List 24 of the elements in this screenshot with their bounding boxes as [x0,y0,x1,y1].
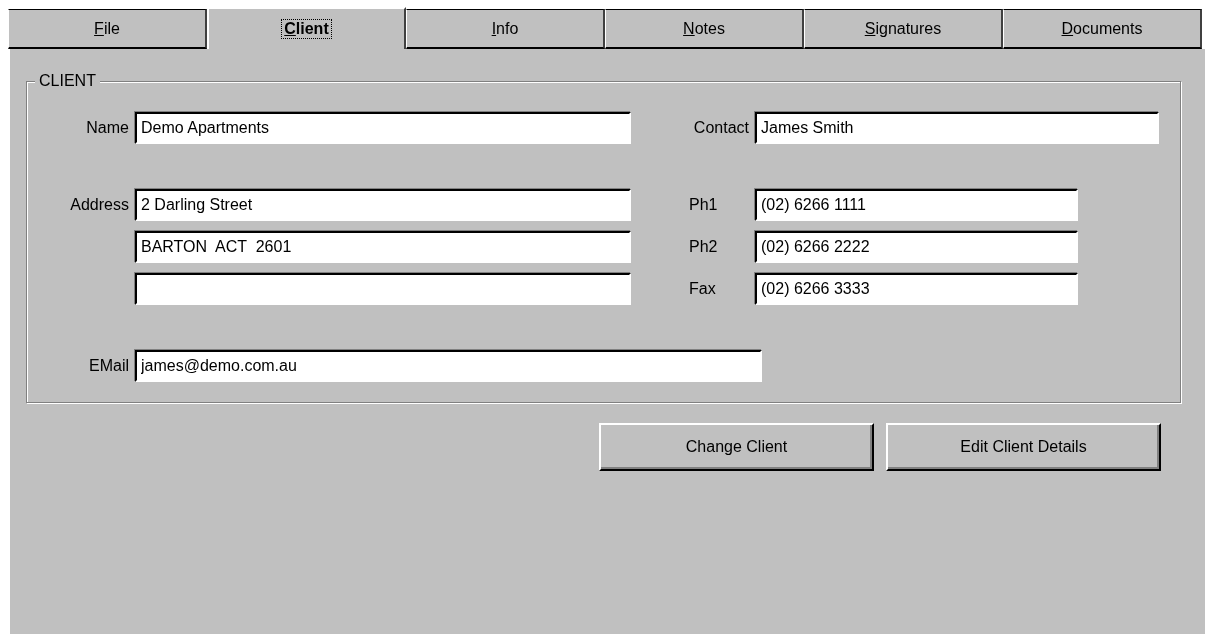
tab[interactable]: File [8,9,207,49]
input-field[interactable]: Demo Apartments [135,112,631,144]
tab[interactable]: Client [207,7,406,49]
field-label: Address [69,196,130,214]
field-label: Contact [692,119,750,137]
input-field[interactable]: BARTON ACT 2601 [135,231,631,263]
tab[interactable]: Notes [605,9,804,49]
field-label: Ph2 [688,238,719,256]
field-label: Fax [688,280,717,298]
tab[interactable]: Info [406,9,605,49]
field-label: Name [85,119,130,137]
input-field[interactable]: 2 Darling Street [135,189,631,221]
action-button[interactable]: Edit Client Details [886,423,1161,471]
input-field[interactable]: (02) 6266 2222 [755,231,1078,263]
input-field[interactable]: James Smith [755,112,1159,144]
input-field[interactable]: james@demo.com.au [135,350,762,382]
field-label: Ph1 [688,196,719,214]
input-field[interactable]: (02) 6266 3333 [755,273,1078,305]
input-field[interactable]: (02) 6266 1111 [755,189,1078,221]
tab[interactable]: Signatures [804,9,1003,49]
action-button[interactable]: Change Client [599,423,874,471]
field-label: EMail [88,357,130,375]
input-field[interactable] [135,273,631,305]
tab[interactable]: Documents [1003,9,1202,49]
